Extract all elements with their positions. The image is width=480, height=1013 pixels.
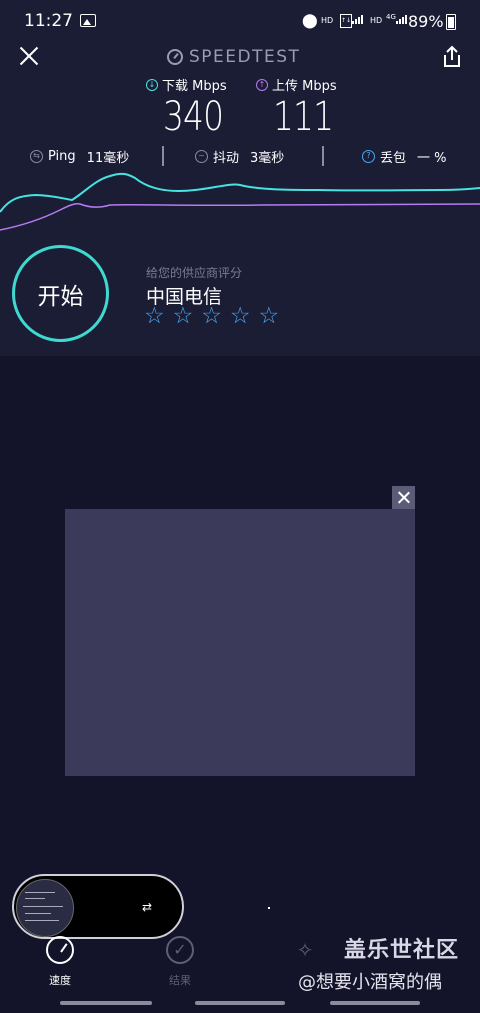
battery-icon [446,14,456,30]
floating-mini-window[interactable]: ⇄ [12,874,184,939]
gallery-notification-icon [80,14,96,27]
jitter-icon: ~ [195,150,208,163]
gauge-icon [46,936,74,964]
wand-icon: ✧ [296,938,314,962]
gesture-handle-right[interactable] [330,1001,420,1005]
packet-loss-label: 丢包 [380,151,407,166]
ping-label: Ping [48,149,76,164]
data-transfer-icon: ↑↓ [340,14,352,28]
tab-speed-label: 速度 [49,974,71,987]
speed-graph [0,172,480,231]
jitter-stat: ~ 抖动 3毫秒 [195,147,284,166]
star-icon[interactable]: ☆ [144,303,165,329]
battery-percent: 89% [408,12,444,31]
network-type: 4G [386,13,396,21]
close-button[interactable] [16,44,42,70]
stat-divider [322,146,324,166]
check-circle-icon: ✓ [166,936,194,964]
app-logo: SPEEDTEST [167,46,300,68]
packet-loss-value: 一 % [417,151,447,166]
ping-stat: ⇆ Ping 11毫秒 [30,147,129,166]
app-title: SPEEDTEST [189,47,301,67]
tab-results[interactable]: ✓ 结果 [150,936,210,994]
download-speed-line [0,172,480,213]
ping-icon: ⇆ [30,150,43,163]
expand-arrow-icon[interactable]: ⇄ [142,900,152,914]
tab-speed[interactable]: 速度 [30,936,90,994]
ping-value: 11毫秒 [86,151,130,166]
upload-label: ↑ 上传 Mbps [256,75,337,94]
rate-provider-prompt: 给您的供应商评分 [146,266,243,280]
ad-banner[interactable] [65,509,415,776]
help-icon[interactable]: ? [362,150,375,163]
star-icon[interactable]: ☆ [173,303,194,329]
status-time: 11:27 [24,11,73,31]
start-button[interactable]: 开始 [12,245,109,342]
upload-value: 111 [273,94,334,140]
hd-label: HD [321,16,334,25]
star-icon[interactable]: ☆ [201,303,222,329]
download-value: 340 [163,94,224,140]
star-icon[interactable]: ☆ [259,303,280,329]
watermark-user: @想要小酒窝的偶 [298,972,442,993]
hd-label-2: HD [370,16,383,25]
rating-stars: ☆ ☆ ☆ ☆ ☆ [144,303,279,329]
share-button[interactable] [441,45,463,69]
gauge-logo-icon [167,49,183,65]
gesture-handle-left[interactable] [60,1001,152,1005]
location-icon: ⬤ [302,13,318,29]
ad-close-button[interactable] [392,486,415,509]
signal-strength-icon-2 [396,15,407,24]
jitter-value: 3毫秒 [250,151,285,166]
upload-unit: 上传 Mbps [272,79,337,94]
download-arrow-icon: ↓ [146,78,158,91]
stat-divider [162,146,164,166]
gesture-handle-home[interactable] [195,1001,285,1005]
download-unit: 下载 Mbps [162,79,227,94]
packet-loss-stat: ? 丢包 一 % [362,147,447,166]
dot [268,907,270,909]
download-label: ↓ 下载 Mbps [146,75,227,94]
jitter-label: 抖动 [213,151,240,166]
star-icon[interactable]: ☆ [230,303,251,329]
signal-strength-icon [352,15,363,24]
tab-results-label: 结果 [169,974,191,987]
upload-arrow-icon: ↑ [256,78,268,91]
watermark-brand: 盖乐世社区 [344,938,460,963]
upload-speed-line [0,203,480,231]
mini-window-thumbnail [16,879,74,937]
